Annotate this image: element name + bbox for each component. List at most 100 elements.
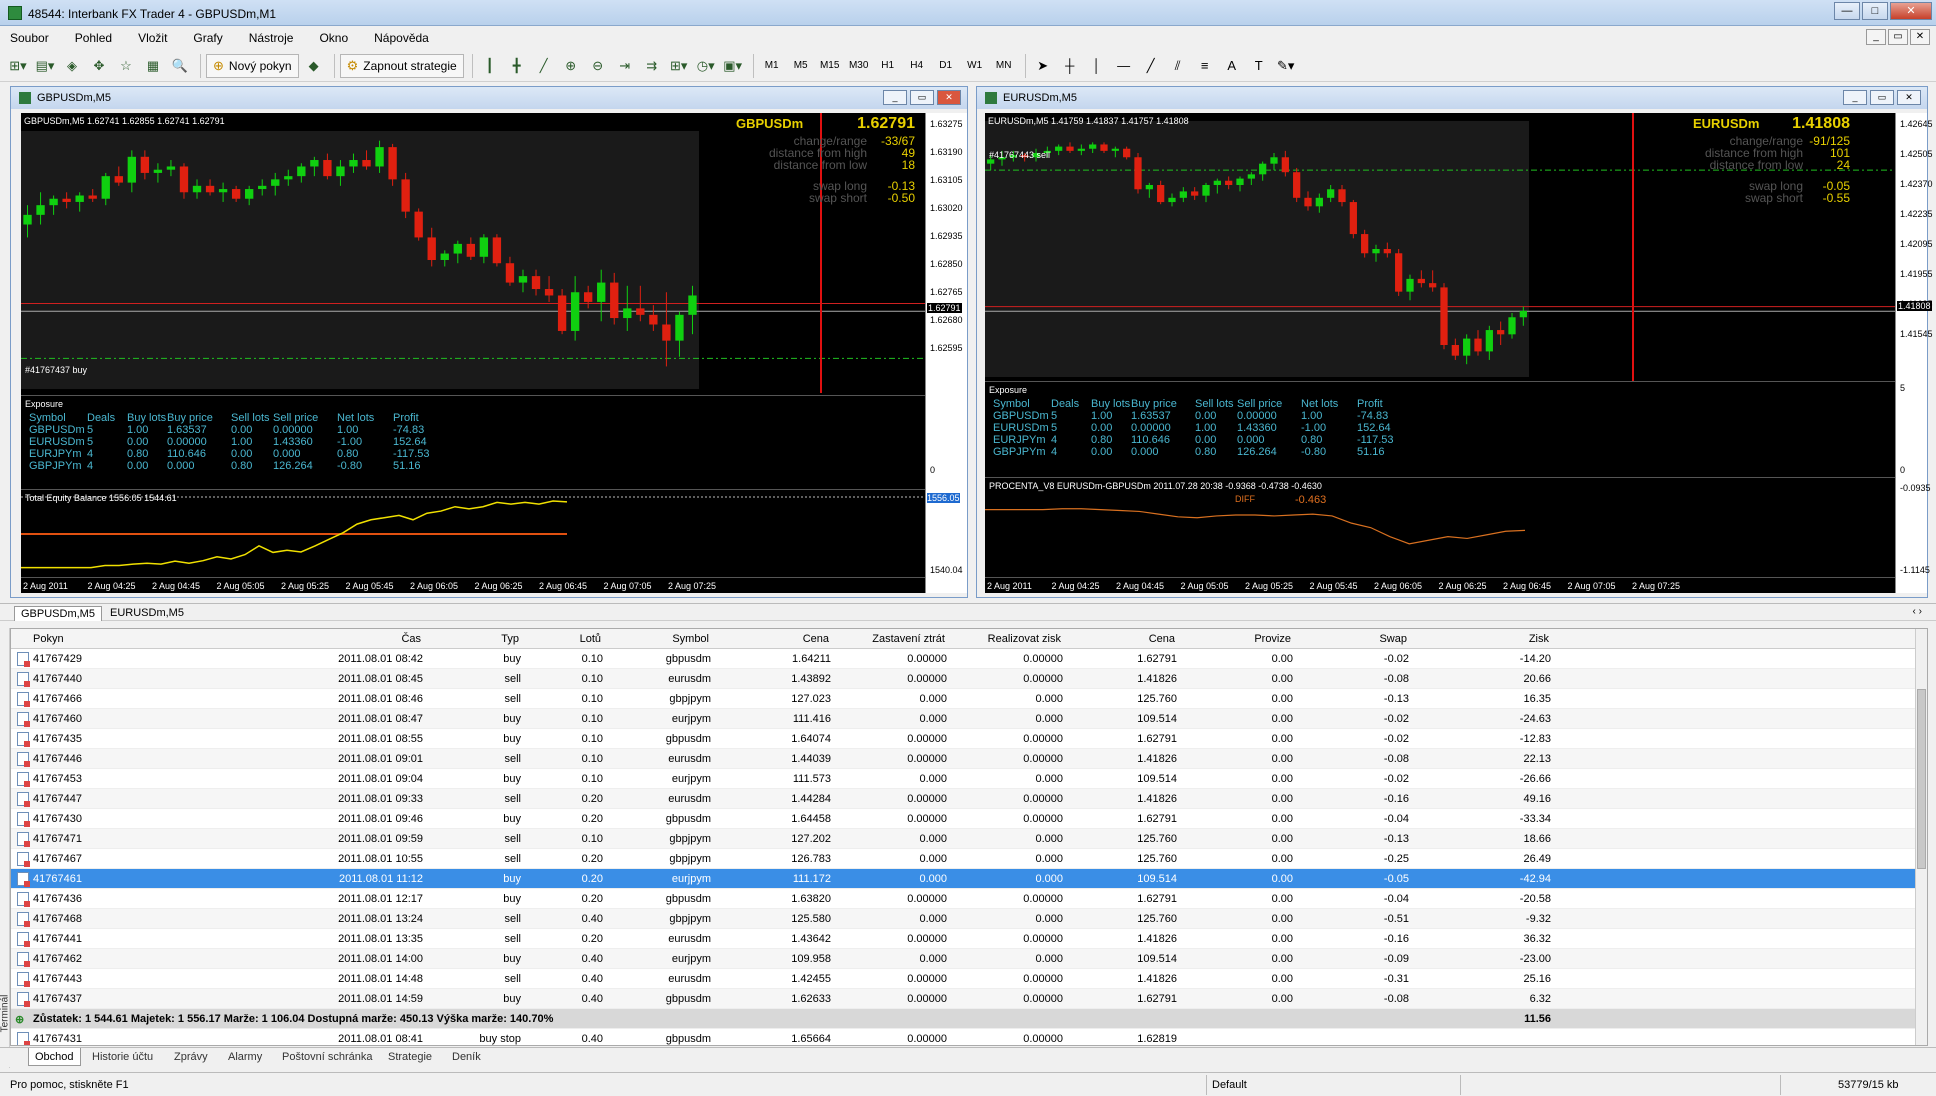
table-row[interactable]: 41767435 2011.08.01 08:55 buy 0.10 gbpusdm 1.…	[11, 729, 1917, 749]
tab-scroll-arrows-icon[interactable]: ‹ ›	[1913, 606, 1922, 617]
chart-restore-button[interactable]: ▭	[910, 90, 934, 105]
table-row[interactable]: 41767466 2011.08.01 08:46 sell 0.10 gbpjpym 1…	[11, 689, 1917, 709]
column-header[interactable]: Čas	[401, 633, 421, 645]
chart-shift-icon[interactable]: ⇥	[613, 54, 637, 78]
chart-area[interactable]: EURUSDm,M5 1.41759 1.41837 1.41757 1.418…	[985, 113, 1895, 593]
mdi-close-button[interactable]: ✕	[1910, 29, 1930, 45]
table-row[interactable]: 41767430 2011.08.01 09:46 buy 0.20 gbpusdm 1.…	[11, 809, 1917, 829]
crosshair-icon[interactable]: ┼	[1058, 54, 1082, 78]
zoom-in-icon[interactable]: ⊕	[559, 54, 583, 78]
tab-obchod[interactable]: Obchod	[28, 1048, 81, 1066]
table-row[interactable]: 41767441 2011.08.01 13:35 sell 0.20 eurusdm 1…	[11, 929, 1917, 949]
arrows-icon[interactable]: ✎▾	[1274, 54, 1298, 78]
menu-vlozit[interactable]: Vložit	[134, 29, 171, 47]
line-chart-icon[interactable]: ╱	[532, 54, 556, 78]
table-row[interactable]: 41767443 2011.08.01 14:48 sell 0.40 eurusdm 1…	[11, 969, 1917, 989]
column-header[interactable]: Cena	[1149, 633, 1175, 645]
chart-close-button[interactable]: ✕	[937, 90, 961, 105]
bar-chart-icon[interactable]: ┃	[478, 54, 502, 78]
column-header[interactable]: Symbol	[672, 633, 709, 645]
periods-icon[interactable]: ◷▾	[694, 54, 718, 78]
navigator-icon[interactable]: ☆	[114, 54, 138, 78]
tab-zpravy[interactable]: Zprávy	[168, 1051, 214, 1063]
tab-strategie[interactable]: Strategie	[382, 1051, 438, 1063]
tf-m15[interactable]: M15	[817, 54, 843, 78]
table-row[interactable]: 41767429 2011.08.01 08:42 buy 0.10 gbpusdm 1.…	[11, 649, 1917, 669]
text-label-icon[interactable]: T	[1247, 54, 1271, 78]
profiles-icon[interactable]: ▤▾	[33, 54, 57, 78]
column-header[interactable]: Swap	[1379, 633, 1407, 645]
table-row[interactable]: 41767462 2011.08.01 14:00 buy 0.40 eurjpym 10…	[11, 949, 1917, 969]
tf-m1[interactable]: M1	[759, 54, 785, 78]
tf-mn[interactable]: MN	[991, 54, 1017, 78]
chart-window-eurusdm[interactable]: EURUSDm,M5 _ ▭ ✕ EURUSDm,M5 1.41759 1.4183…	[976, 86, 1933, 598]
table-row[interactable]: 41767447 2011.08.01 09:33 sell 0.20 eurusdm 1…	[11, 789, 1917, 809]
data-window-icon[interactable]: ✥	[87, 54, 111, 78]
table-row[interactable]: 41767431 2011.08.01 08:41 buy stop 0.40 gbpu…	[11, 1029, 1917, 1045]
table-row[interactable]: 41767437 2011.08.01 14:59 buy 0.40 gbpusdm 1.…	[11, 989, 1917, 1009]
fibonacci-icon[interactable]: ≡	[1193, 54, 1217, 78]
table-row[interactable]: 41767436 2011.08.01 12:17 buy 0.20 gbpusdm 1.…	[11, 889, 1917, 909]
table-row[interactable]: 41767460 2011.08.01 08:47 buy 0.10 eurjpym 11…	[11, 709, 1917, 729]
new-order-button[interactable]: ⊕ Nový pokyn	[206, 53, 299, 78]
maximize-button[interactable]: □	[1862, 2, 1888, 20]
channel-icon[interactable]: ⫽	[1166, 54, 1190, 78]
candlestick-icon[interactable]: ╋	[505, 54, 529, 78]
column-header[interactable]: Zastavení ztrát	[872, 633, 945, 645]
menu-grafy[interactable]: Grafy	[189, 29, 226, 47]
terminal-icon[interactable]: ▦	[141, 54, 165, 78]
tab-alarmy[interactable]: Alarmy	[222, 1051, 268, 1063]
close-button[interactable]: ✕	[1890, 2, 1932, 20]
tab-historie[interactable]: Historie účtu	[86, 1051, 159, 1063]
zoom-out-icon[interactable]: ⊖	[586, 54, 610, 78]
tf-h1[interactable]: H1	[875, 54, 901, 78]
tab-eurusdm[interactable]: EURUSDm,M5	[104, 606, 190, 621]
tf-m30[interactable]: M30	[846, 54, 872, 78]
tab-postovni[interactable]: Poštovní schránka	[276, 1051, 379, 1063]
chart-window-gbpusdm[interactable]: GBPUSDm,M5 _ ▭ ✕ GBPUSDm,M5 1.62741 1.6285…	[10, 86, 968, 598]
vertical-scrollbar[interactable]	[1915, 629, 1927, 1045]
tf-w1[interactable]: W1	[962, 54, 988, 78]
column-header[interactable]: Typ	[501, 633, 519, 645]
chart-restore-button[interactable]: ▭	[1870, 90, 1894, 105]
menu-pohled[interactable]: Pohled	[71, 29, 116, 47]
column-header[interactable]: Cena	[803, 633, 829, 645]
tf-d1[interactable]: D1	[933, 54, 959, 78]
column-header[interactable]: Zisk	[1529, 633, 1549, 645]
column-header[interactable]: Lotů	[580, 633, 601, 645]
horizontal-line-icon[interactable]: —	[1112, 54, 1136, 78]
column-header[interactable]: Provize	[1254, 633, 1291, 645]
autoscroll-icon[interactable]: ⇉	[640, 54, 664, 78]
column-header[interactable]: Realizovat zisk	[988, 633, 1061, 645]
chart-close-button[interactable]: ✕	[1897, 90, 1921, 105]
trendline-icon[interactable]: ╱	[1139, 54, 1163, 78]
table-row[interactable]: 41767461 2011.08.01 11:12 buy 0.20 eurjpym 11…	[11, 869, 1917, 889]
menu-okno[interactable]: Okno	[315, 29, 352, 47]
indicators-icon[interactable]: ⊞▾	[667, 54, 691, 78]
new-chart-icon[interactable]: ⊞▾	[6, 54, 30, 78]
mdi-minimize-button[interactable]: _	[1866, 29, 1886, 45]
text-icon[interactable]: A	[1220, 54, 1244, 78]
column-header[interactable]: Pokyn	[33, 633, 64, 645]
tf-m5[interactable]: M5	[788, 54, 814, 78]
menu-napoveda[interactable]: Nápověda	[370, 29, 433, 47]
metaeditor-icon[interactable]: ◆	[302, 54, 326, 78]
templates-icon[interactable]: ▣▾	[721, 54, 745, 78]
table-row[interactable]: 41767467 2011.08.01 10:55 sell 0.20 gbpjpym 1…	[11, 849, 1917, 869]
menu-nastroje[interactable]: Nástroje	[245, 29, 298, 47]
summary-icon[interactable]: ⊕	[15, 1013, 24, 1026]
vertical-line-icon[interactable]: │	[1085, 54, 1109, 78]
table-row[interactable]: 41767446 2011.08.01 09:01 sell 0.10 eurusdm 1…	[11, 749, 1917, 769]
chart-minimize-button[interactable]: _	[1843, 90, 1867, 105]
menu-soubor[interactable]: Soubor	[6, 29, 53, 47]
table-row[interactable]: 41767471 2011.08.01 09:59 sell 0.10 gbpjpym 1…	[11, 829, 1917, 849]
table-row[interactable]: 41767453 2011.08.01 09:04 buy 0.10 eurjpym 11…	[11, 769, 1917, 789]
mdi-restore-button[interactable]: ▭	[1888, 29, 1908, 45]
chart-minimize-button[interactable]: _	[883, 90, 907, 105]
expert-advisors-button[interactable]: ⚙ Zapnout strategie	[339, 53, 464, 78]
tab-denik[interactable]: Deník	[446, 1051, 487, 1063]
minimize-button[interactable]: —	[1834, 2, 1860, 20]
cursor-icon[interactable]: ➤	[1031, 54, 1055, 78]
tf-h4[interactable]: H4	[904, 54, 930, 78]
scrollbar-thumb[interactable]	[1917, 689, 1926, 869]
